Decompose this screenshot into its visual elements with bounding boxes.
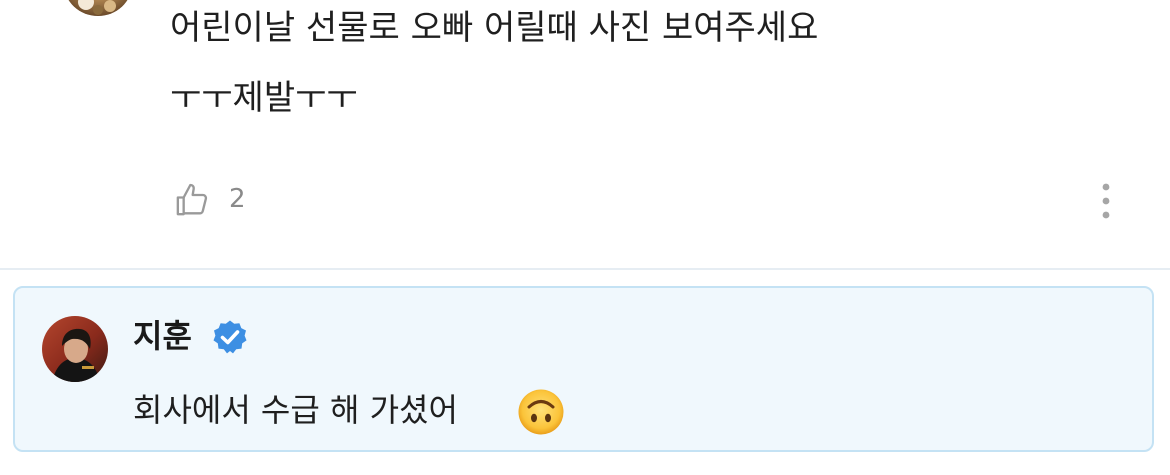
artist-avatar[interactable]	[42, 316, 108, 382]
comment-body-line-2: ㅜㅜ제발ㅜㅜ	[170, 78, 358, 118]
verified-badge-icon	[213, 320, 247, 354]
comment-divider	[0, 268, 1170, 270]
upside-down-face-emoji	[518, 389, 564, 435]
like-count: 2	[229, 184, 246, 214]
more-options-button[interactable]	[1090, 180, 1122, 222]
artist-reply-card: 지훈 회사에서 수급 해 가셨어	[13, 286, 1154, 452]
comment-body-line-1: 어린이날 선물로 오빠 어릴때 사진 보여주세요	[170, 8, 819, 48]
commenter-avatar[interactable]	[64, 0, 132, 16]
artist-name[interactable]: 지훈	[133, 316, 192, 356]
thumbs-up-outline-icon	[176, 183, 208, 216]
like-button[interactable]	[170, 178, 214, 222]
reply-body: 회사에서 수급 해 가셨어	[133, 391, 458, 429]
vertical-ellipsis-icon	[1102, 183, 1110, 219]
